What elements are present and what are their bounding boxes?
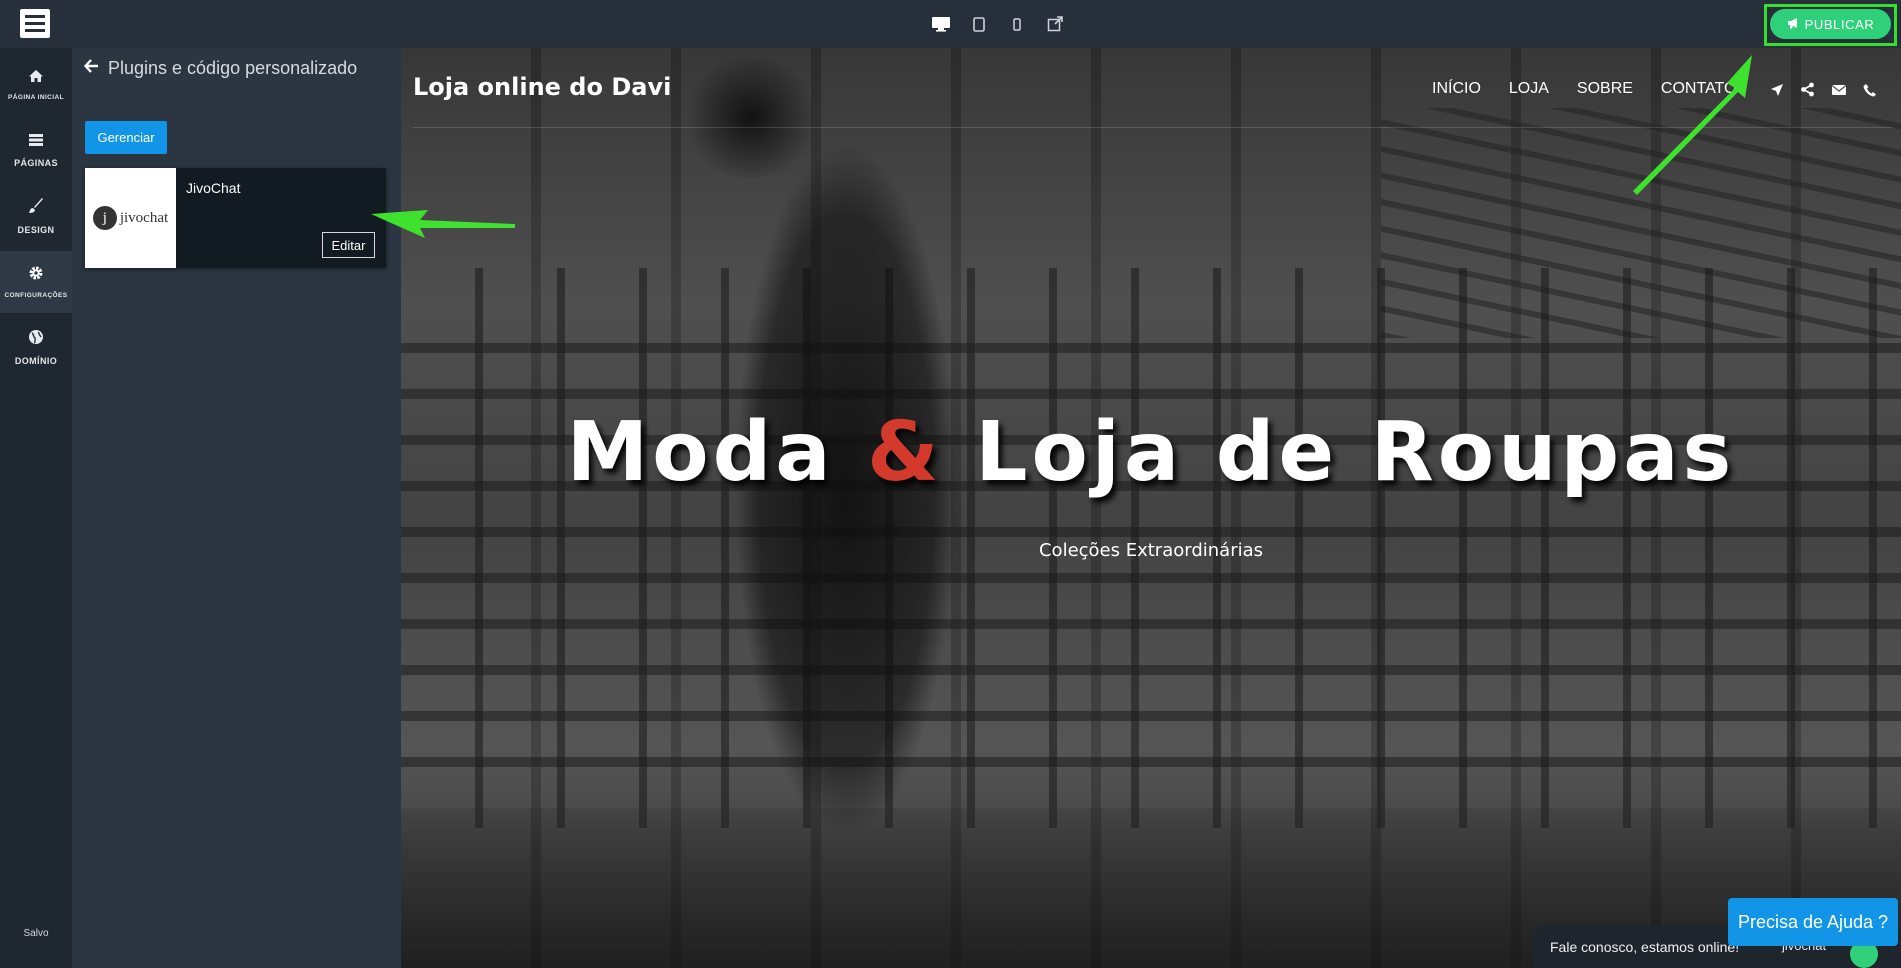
jivochat-logo-letter: j (92, 206, 117, 230)
nav-item-settings-label: CONFIGURAÇÕES (4, 292, 68, 299)
manage-button[interactable]: Gerenciar (85, 121, 167, 154)
help-button[interactable]: Precisa de Ajuda ? (1728, 898, 1898, 946)
site-nav-sobre[interactable]: SOBRE (1577, 80, 1633, 98)
location-arrow-icon[interactable] (1768, 81, 1785, 98)
home-icon (28, 69, 44, 88)
external-link-icon[interactable] (1044, 13, 1066, 35)
top-bar: PUBLICAR (0, 0, 1901, 48)
hero-title-ampersand: & (867, 405, 943, 500)
hero-title-part-loja: Loja de Roupas (942, 405, 1736, 500)
site-nav-contato[interactable]: CONTATO (1661, 80, 1737, 98)
hero-subtitle: Coleções Extraordinárias (1038, 540, 1264, 561)
nav-item-home-label: PÁGINA INICIAL (8, 94, 64, 101)
site-title[interactable]: Loja online do Davi (413, 73, 671, 101)
background-model-head (681, 58, 821, 178)
app-logo-icon[interactable] (18, 7, 52, 40)
site-preview-hero-background (401, 48, 1901, 968)
left-navigation: PÁGINA INICIAL PÁGINAS DESIGN CONFIGURAÇ… (0, 48, 72, 968)
site-nav-inicio[interactable]: INÍCIO (1432, 80, 1481, 98)
panel-title: Plugins e código personalizado (108, 58, 358, 78)
panel-back-link[interactable]: Plugins e código personalizado (83, 58, 358, 79)
phone-icon[interactable] (1861, 81, 1878, 98)
brush-icon (28, 197, 44, 219)
nav-item-domain-label: DOMÍNIO (14, 355, 58, 366)
desktop-icon[interactable] (930, 13, 952, 35)
nav-item-home[interactable]: PÁGINA INICIAL (0, 54, 72, 116)
chat-widget-text: Fale conosco, estamos online! (1550, 939, 1740, 955)
nav-item-domain[interactable]: DOMÍNIO (0, 316, 72, 378)
gear-icon (28, 265, 44, 286)
arrow-left-icon (83, 59, 99, 78)
nav-item-design[interactable]: DESIGN (0, 185, 72, 247)
plugin-thumbnail: j jivochat (85, 168, 176, 268)
pages-icon (28, 133, 44, 152)
hero-title: Moda & Loja de Roupas (401, 405, 1901, 500)
hero-title-part-moda: Moda (566, 405, 868, 500)
plugin-card-jivochat: j jivochat JivoChat Editar (85, 168, 386, 268)
plugin-name: JivoChat (186, 180, 241, 196)
site-navigation: INÍCIO LOJA SOBRE CONTATO (1432, 80, 1764, 98)
device-switcher (930, 12, 1066, 36)
share-icon[interactable] (1799, 81, 1816, 98)
nav-item-pages[interactable]: PÁGINAS (0, 119, 72, 181)
nav-item-pages-label: PÁGINAS (14, 157, 58, 168)
background-model-figure (671, 48, 1021, 968)
nav-item-design-label: DESIGN (17, 224, 55, 235)
publish-label: PUBLICAR (1804, 16, 1875, 32)
mobile-icon[interactable] (1006, 13, 1028, 35)
saved-status: Salvo (23, 928, 49, 939)
megaphone-icon (1787, 17, 1800, 32)
jivochat-logo-text: jivochat (119, 209, 169, 226)
site-contact-icons (1768, 81, 1878, 98)
nav-item-settings[interactable]: CONFIGURAÇÕES (0, 251, 72, 313)
site-nav-loja[interactable]: LOJA (1509, 80, 1549, 98)
edit-plugin-button[interactable]: Editar (322, 232, 375, 258)
jivochat-logo: j jivochat (92, 206, 169, 230)
envelope-icon[interactable] (1830, 81, 1847, 98)
tablet-icon[interactable] (968, 13, 990, 35)
globe-icon (28, 329, 44, 350)
site-header-divider (413, 127, 1893, 128)
publish-button[interactable]: PUBLICAR (1770, 9, 1891, 39)
